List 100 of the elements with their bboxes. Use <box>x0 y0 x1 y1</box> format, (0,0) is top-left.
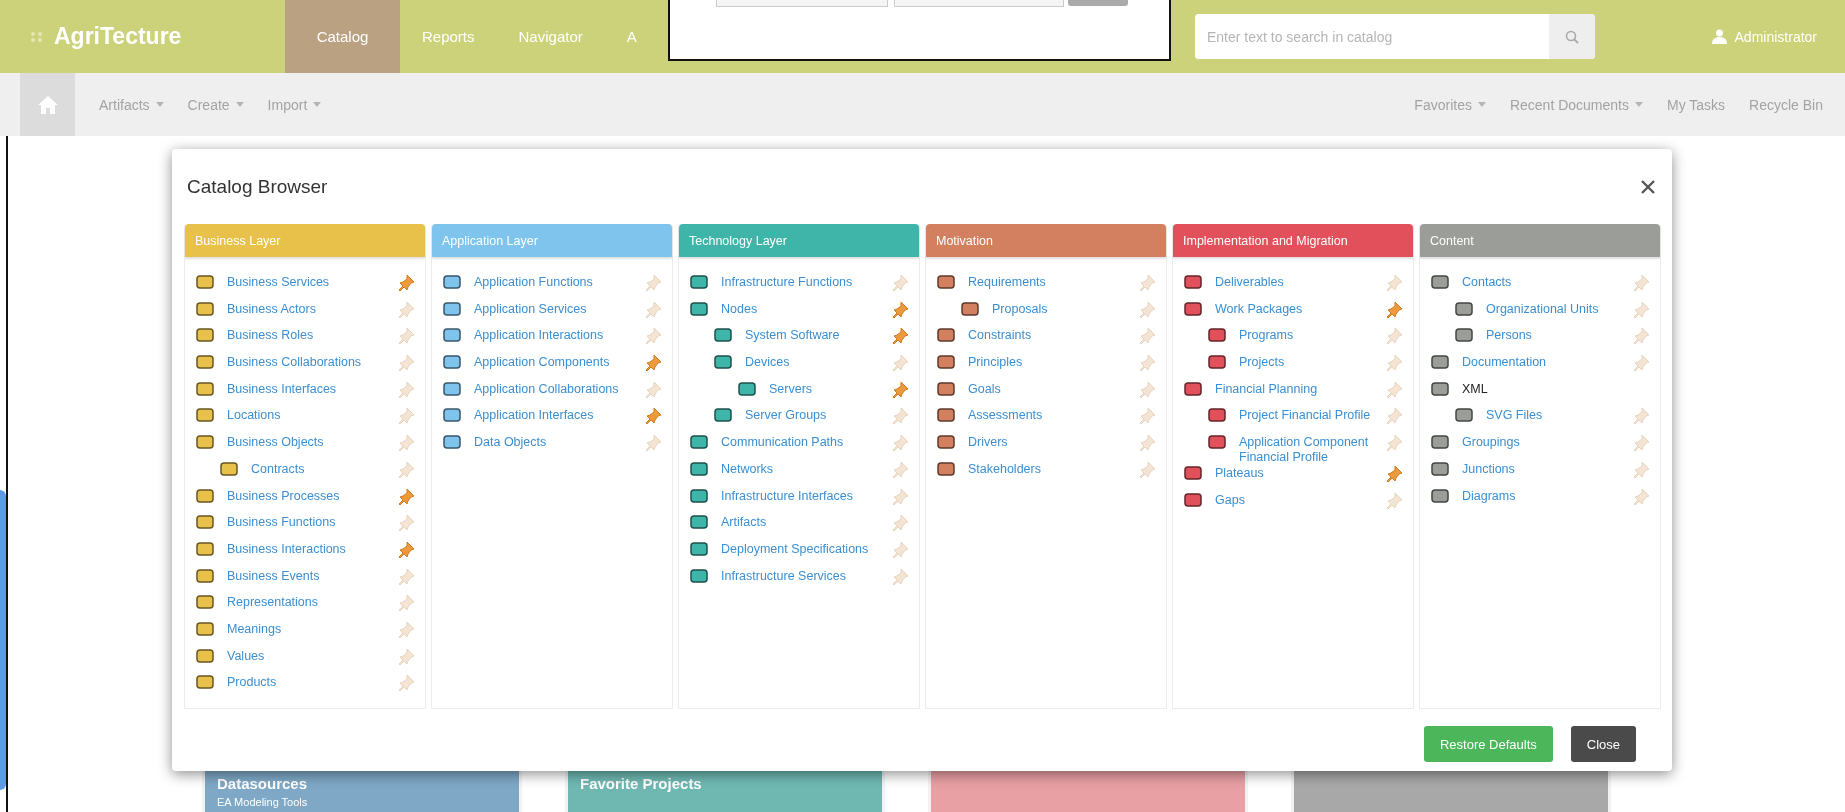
catalog-link[interactable]: Application Interactions <box>474 327 645 344</box>
element-icon <box>936 434 956 451</box>
catalog-link[interactable]: Application Component Financial Profile <box>1239 434 1386 466</box>
toolbar-menu[interactable]: Create <box>187 96 244 113</box>
catalog-link[interactable]: Application Collaborations <box>474 380 645 397</box>
catalog-link[interactable]: Groupings <box>1462 434 1633 451</box>
catalog-link[interactable]: Requirements <box>968 274 1139 290</box>
pin-icon[interactable] <box>892 327 909 345</box>
pin-icon[interactable] <box>398 540 415 558</box>
restore-button[interactable]: Restore Defaults <box>1423 726 1553 762</box>
catalog-link[interactable]: Assessments <box>968 407 1139 424</box>
catalog-link[interactable]: Goals <box>968 380 1139 397</box>
element-icon <box>195 487 215 504</box>
folder-label[interactable]: XML <box>1462 380 1633 397</box>
close-icon[interactable] <box>1639 177 1657 196</box>
catalog-link[interactable]: Application Functions <box>474 274 645 290</box>
catalog-link[interactable]: Server Groups <box>745 407 892 424</box>
catalog-link[interactable]: Devices <box>745 354 892 371</box>
catalog-link[interactable]: Deployment Specifications <box>721 540 892 557</box>
catalog-link[interactable]: Business Objects <box>227 434 398 451</box>
element-icon <box>195 514 215 531</box>
search-field[interactable]: Enter text to search in catalog <box>1195 14 1595 59</box>
toolbar-menu[interactable]: Artifacts <box>99 96 164 113</box>
catalog-link[interactable]: SVG Files <box>1486 407 1633 424</box>
catalog-link[interactable]: Values <box>227 647 398 664</box>
catalog-link[interactable]: Business Interfaces <box>227 380 398 397</box>
column-header: Business Layer <box>185 224 425 257</box>
catalog-link[interactable]: Application Services <box>474 300 645 317</box>
catalog-link[interactable]: Junctions <box>1462 460 1633 477</box>
catalog-link[interactable]: Locations <box>227 407 398 424</box>
toolbar-menu[interactable]: Import <box>267 96 322 113</box>
catalog-link[interactable]: Infrastructure Services <box>721 567 892 584</box>
catalog-link[interactable]: Work Packages <box>1215 300 1386 317</box>
catalog-link[interactable]: Meanings <box>227 620 398 637</box>
catalog-link[interactable]: Deliverables <box>1215 274 1386 290</box>
catalog-link[interactable]: Constraints <box>968 327 1139 344</box>
pin-icon[interactable] <box>398 274 415 291</box>
search-icon[interactable] <box>1565 29 1579 44</box>
toolbar-menu[interactable]: Recycle Bin <box>1749 96 1823 113</box>
element-icon <box>442 434 462 451</box>
catalog-link[interactable]: Business Services <box>227 274 398 290</box>
toolbar-menu[interactable]: My Tasks <box>1667 96 1726 113</box>
catalog-link[interactable]: Infrastructure Functions <box>721 274 892 290</box>
catalog-link[interactable]: Gaps <box>1215 491 1386 508</box>
catalog-link[interactable]: Nodes <box>721 300 892 317</box>
catalog-link[interactable]: Servers <box>769 380 892 397</box>
element-icon <box>1454 300 1474 317</box>
home-icon[interactable] <box>37 95 58 114</box>
pin-icon[interactable] <box>892 380 909 398</box>
catalog-link[interactable]: Business Processes <box>227 487 398 504</box>
catalog-link[interactable]: Business Roles <box>227 327 398 344</box>
catalog-link[interactable]: Proposals <box>992 300 1139 317</box>
pin-icon[interactable] <box>1386 465 1403 483</box>
catalog-link[interactable]: Business Collaborations <box>227 354 398 371</box>
catalog-link[interactable]: Diagrams <box>1462 487 1633 504</box>
catalog-link[interactable]: Contacts <box>1462 274 1633 290</box>
catalog-link[interactable]: Artifacts <box>721 514 892 531</box>
catalog-link[interactable]: Application Interfaces <box>474 407 645 424</box>
catalog-link[interactable]: Business Events <box>227 567 398 584</box>
toolbar-menu[interactable]: Favorites <box>1414 96 1486 113</box>
catalog-link[interactable]: Persons <box>1486 327 1633 344</box>
catalog-link[interactable]: Business Functions <box>227 514 398 531</box>
catalog-link[interactable]: Stakeholders <box>968 460 1139 477</box>
catalog-link[interactable]: Contracts <box>251 460 398 477</box>
catalog-link[interactable]: Business Actors <box>227 300 398 317</box>
element-icon <box>442 274 462 290</box>
element-icon <box>195 540 215 557</box>
pin-icon[interactable] <box>645 407 662 425</box>
nav-tab[interactable]: Catalog <box>285 0 400 73</box>
catalog-link[interactable]: Drivers <box>968 434 1139 451</box>
catalog-link[interactable]: Documentation <box>1462 354 1633 371</box>
element-icon <box>195 354 215 371</box>
catalog-link[interactable]: Plateaus <box>1215 465 1386 482</box>
catalog-link[interactable]: Projects <box>1239 354 1386 371</box>
close-button[interactable]: Close <box>1570 726 1636 762</box>
catalog-link[interactable]: Representations <box>227 594 398 611</box>
toolbar-menu[interactable]: Recent Documents <box>1509 96 1643 113</box>
input-field[interactable] <box>716 0 888 7</box>
catalog-link[interactable]: Networks <box>721 460 892 477</box>
catalog-link[interactable]: Programs <box>1239 327 1386 344</box>
catalog-link[interactable]: Project Financial Profile <box>1239 407 1386 424</box>
catalog-link[interactable]: Communication Paths <box>721 434 892 451</box>
element-icon <box>936 327 956 344</box>
catalog-link[interactable]: Financial Planning <box>1215 380 1386 397</box>
catalog-link[interactable]: Organizational Units <box>1486 300 1633 317</box>
pin-icon[interactable] <box>1386 300 1403 318</box>
pin-icon[interactable] <box>398 487 415 505</box>
catalog-link[interactable]: Data Objects <box>474 434 645 451</box>
catalog-link[interactable]: Principles <box>968 354 1139 371</box>
dialog-button[interactable] <box>1068 0 1128 6</box>
catalog-link[interactable]: Infrastructure Interfaces <box>721 487 892 504</box>
pin-icon[interactable] <box>645 354 662 372</box>
catalog-link[interactable]: Application Components <box>474 354 645 371</box>
pin-icon[interactable] <box>892 300 909 318</box>
element-icon <box>195 300 215 317</box>
input-field[interactable] <box>894 0 1064 7</box>
element-icon <box>713 354 733 371</box>
catalog-link[interactable]: Products <box>227 674 398 691</box>
catalog-link[interactable]: System Software <box>745 327 892 344</box>
catalog-link[interactable]: Business Interactions <box>227 540 398 557</box>
